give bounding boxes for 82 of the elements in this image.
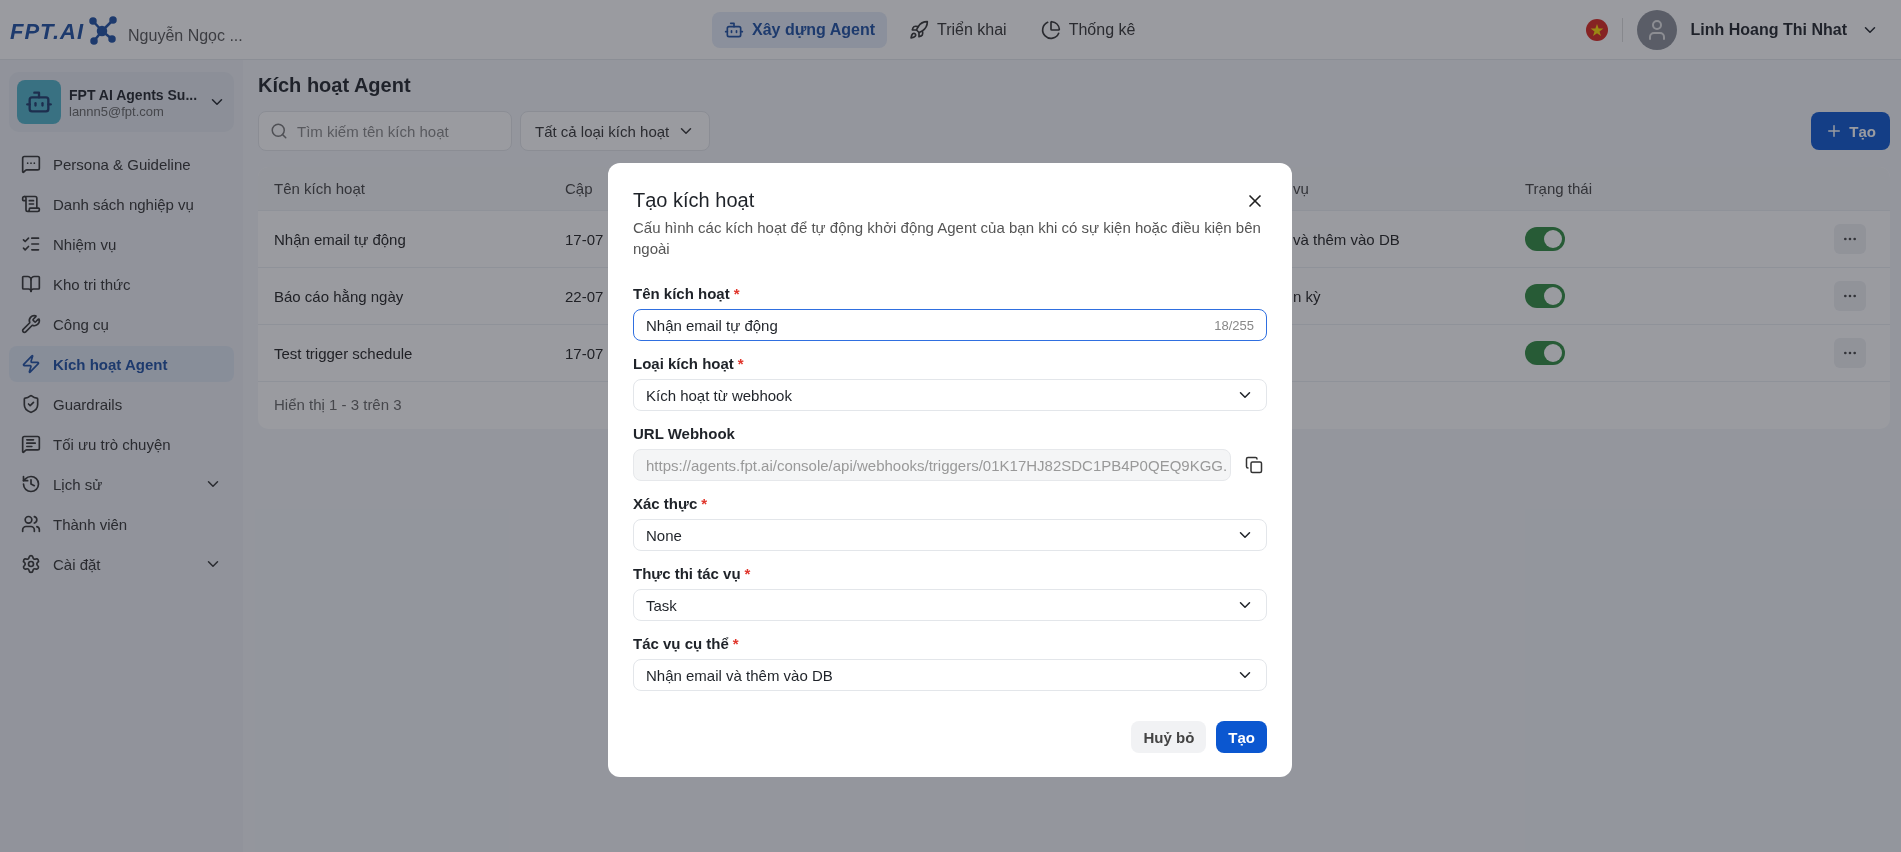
user-name: Linh Hoang Thi Nhat <box>1690 20 1847 39</box>
users-icon <box>21 514 41 534</box>
column-header: Tên kích hoạt <box>274 180 365 197</box>
field-label: URL Webhook <box>633 425 736 442</box>
filter-dropdown[interactable]: Tất cả loại kích hoạt <box>520 111 711 151</box>
sidebar-item[interactable]: Cài đặt <box>9 546 234 582</box>
pie-chart-icon <box>1040 20 1061 40</box>
column-header: vụ <box>1293 180 1309 197</box>
table-cell: 22-07 <box>565 287 604 305</box>
table-cell: và thêm vào DB <box>1293 230 1400 248</box>
field-label: Loại kích hoạt * <box>633 355 745 372</box>
sidebar-item[interactable]: Persona & Guideline <box>9 146 234 182</box>
field-label: Tên kích hoạt * <box>633 285 741 302</box>
field-label: Thực thi tác vụ * <box>633 565 752 582</box>
nav-tab[interactable]: Triển khai <box>897 12 1019 48</box>
sidebar-item[interactable]: Guardrails <box>9 386 234 422</box>
field-label: Tác vụ cụ thể * <box>633 635 740 652</box>
lightning-icon <box>21 354 41 374</box>
workspace-name: FPT AI Agents Su... <box>69 85 199 104</box>
url-input-field[interactable]: https://agents.fpt.ai/console/api/webhooks/triggers/01K17HJ82SDC1PB4P0QEQ9KGG. <box>633 449 1231 481</box>
cancel-button[interactable]: Huỷ bỏ <box>1131 721 1207 753</box>
status-toggle[interactable] <box>1525 284 1565 308</box>
workspace-avatar <box>17 80 61 124</box>
modal-description: Cấu hình các kích hoạt để tự động khởi động Agent của bạn khi có sự kiện hoặc điều kiện bên ngoài <box>633 218 1262 259</box>
workspace-email: lannn5@fpt.com <box>69 103 165 119</box>
sidebar-item[interactable]: Tối ưu trò chuyện <box>9 426 234 462</box>
column-header: Cập <box>565 180 593 197</box>
user-avatar[interactable] <box>1636 9 1677 50</box>
name-input-field[interactable]: Nhận email tự động 18/255 <box>633 309 1267 341</box>
select-field[interactable]: None <box>633 519 1267 551</box>
workspace-switcher[interactable]: FPT AI Agents Su... lannn5@fpt.com <box>9 72 234 132</box>
pagination-info: Hiển thị 1 - 3 trên 3 <box>274 396 402 413</box>
page-title: Kích hoạt Agent <box>258 74 412 97</box>
status-toggle[interactable] <box>1525 227 1565 251</box>
column-header: Trạng thái <box>1525 180 1592 197</box>
sidebar-item[interactable]: Công cụ <box>9 306 234 342</box>
logo: FPT.AI <box>10 18 85 45</box>
field-label: Xác thực * <box>633 495 709 512</box>
modal-title: Tạo kích hoạt <box>633 189 755 212</box>
table-cell: n kỳ <box>1293 287 1321 305</box>
flag-icon <box>1585 18 1608 41</box>
chat-settings-icon <box>21 434 41 454</box>
required-icon: * <box>744 565 751 582</box>
nav-tab[interactable]: Xây dựng Agent <box>712 12 887 48</box>
create-button[interactable]: Tạo <box>1811 112 1890 150</box>
table-cell: 17-07 <box>565 344 604 362</box>
network-nodes-icon <box>88 14 119 45</box>
search-icon <box>270 122 288 140</box>
book-icon <box>21 274 41 294</box>
sidebar-item[interactable]: Thành viên <box>9 506 234 542</box>
sidebar-item[interactable]: Kho tri thức <box>9 266 234 302</box>
submit-button[interactable]: Tạo <box>1216 721 1267 753</box>
table-cell: 17-07 <box>565 230 604 248</box>
character-counter: 18/255 <box>1214 317 1254 333</box>
select-field[interactable]: Task <box>633 589 1267 621</box>
sidebar-item[interactable]: Kích hoạt Agent <box>9 346 234 382</box>
scroll-icon <box>21 194 41 214</box>
sidebar-item[interactable]: Danh sách nghiệp vụ <box>9 186 234 222</box>
sidebar-item[interactable]: Lịch sử <box>9 466 234 502</box>
table-cell: Nhận email tự động <box>274 230 406 248</box>
checklist-icon <box>21 234 41 254</box>
sidebar-item[interactable]: Nhiệm vụ <box>9 226 234 262</box>
select-field[interactable]: Nhận email và thêm vào DB <box>633 659 1267 691</box>
copy-icon <box>1245 456 1263 474</box>
select-field[interactable]: Kích hoạt từ webhook <box>633 379 1267 411</box>
table-cell: Test trigger schedule <box>274 344 413 362</box>
robot-icon <box>724 20 744 40</box>
shield-icon <box>21 394 41 414</box>
status-toggle[interactable] <box>1525 341 1565 365</box>
required-icon: * <box>701 495 708 512</box>
wrench-icon <box>21 314 41 334</box>
search-field[interactable]: Tìm kiếm tên kích hoạt <box>258 111 512 151</box>
nav-tab[interactable]: Thống kê <box>1028 12 1148 48</box>
chat-bubble-icon <box>21 154 41 174</box>
settings-icon <box>21 554 41 574</box>
required-icon: * <box>733 285 740 302</box>
required-icon: * <box>732 635 739 652</box>
rocket-icon <box>909 20 929 40</box>
table-cell: Báo cáo hằng ngày <box>274 287 404 305</box>
history-icon <box>21 474 41 494</box>
workspace-owner: Nguyễn Ngọc ... <box>128 26 243 45</box>
required-icon: * <box>737 355 744 372</box>
